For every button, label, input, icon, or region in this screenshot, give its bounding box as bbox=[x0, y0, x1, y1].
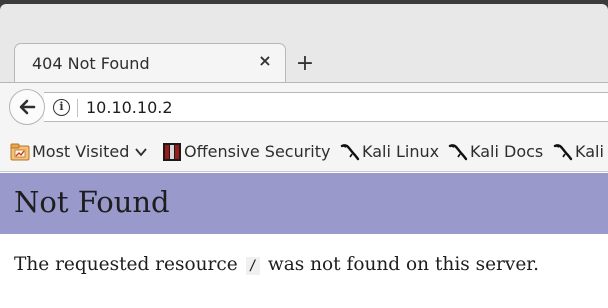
bookmark-label: Kali bbox=[575, 142, 604, 161]
url-separator bbox=[77, 99, 78, 117]
browser-window: 404 Not Found × + i 10.10.10.2 Most Visi… bbox=[0, 0, 608, 308]
navigation-toolbar: i 10.10.10.2 bbox=[0, 82, 608, 132]
chevron-down-icon bbox=[135, 148, 147, 157]
kali-dragon-icon bbox=[448, 144, 468, 161]
message-prefix: The requested resource bbox=[14, 254, 238, 275]
bookmark-label: Kali Docs bbox=[470, 142, 544, 161]
bookmark-kali[interactable]: Kali bbox=[553, 141, 608, 163]
tab-strip: 404 Not Found × + bbox=[0, 0, 608, 83]
bookmark-label: Offensive Security bbox=[184, 142, 331, 161]
bookmarks-toolbar: Most Visited Offensive Security Kali Lin… bbox=[0, 132, 608, 172]
bookmark-offensive-security[interactable]: Offensive Security bbox=[162, 141, 334, 163]
error-message: The requested resource / was not found o… bbox=[14, 254, 539, 275]
kali-dragon-icon bbox=[340, 144, 360, 161]
page-title: Not Found bbox=[14, 185, 170, 219]
kali-dragon-icon bbox=[553, 144, 573, 161]
url-text[interactable]: 10.10.10.2 bbox=[86, 98, 173, 117]
back-button[interactable] bbox=[9, 89, 45, 125]
most-visited-folder-icon bbox=[10, 143, 30, 161]
tab-title: 404 Not Found bbox=[32, 54, 150, 73]
bookmark-most-visited[interactable]: Most Visited bbox=[10, 141, 155, 163]
message-suffix: was not found on this server. bbox=[267, 254, 539, 275]
close-icon[interactable]: × bbox=[256, 52, 274, 70]
new-tab-plus-icon[interactable]: + bbox=[293, 52, 317, 76]
bookmark-label: Most Visited bbox=[32, 142, 130, 161]
back-arrow-icon bbox=[19, 99, 36, 115]
bookmark-kali-linux[interactable]: Kali Linux bbox=[340, 141, 442, 163]
page-header-band: Not Found bbox=[0, 173, 608, 234]
offensive-security-icon bbox=[163, 143, 181, 161]
bookmark-label: Kali Linux bbox=[362, 142, 440, 161]
page-body: The requested resource / was not found o… bbox=[0, 234, 608, 308]
bookmark-kali-docs[interactable]: Kali Docs bbox=[448, 141, 548, 163]
tab-404-not-found[interactable]: 404 Not Found × bbox=[14, 43, 286, 83]
resource-path: / bbox=[245, 257, 260, 275]
address-bar[interactable]: i 10.10.10.2 bbox=[44, 92, 608, 122]
info-icon[interactable]: i bbox=[53, 99, 70, 116]
